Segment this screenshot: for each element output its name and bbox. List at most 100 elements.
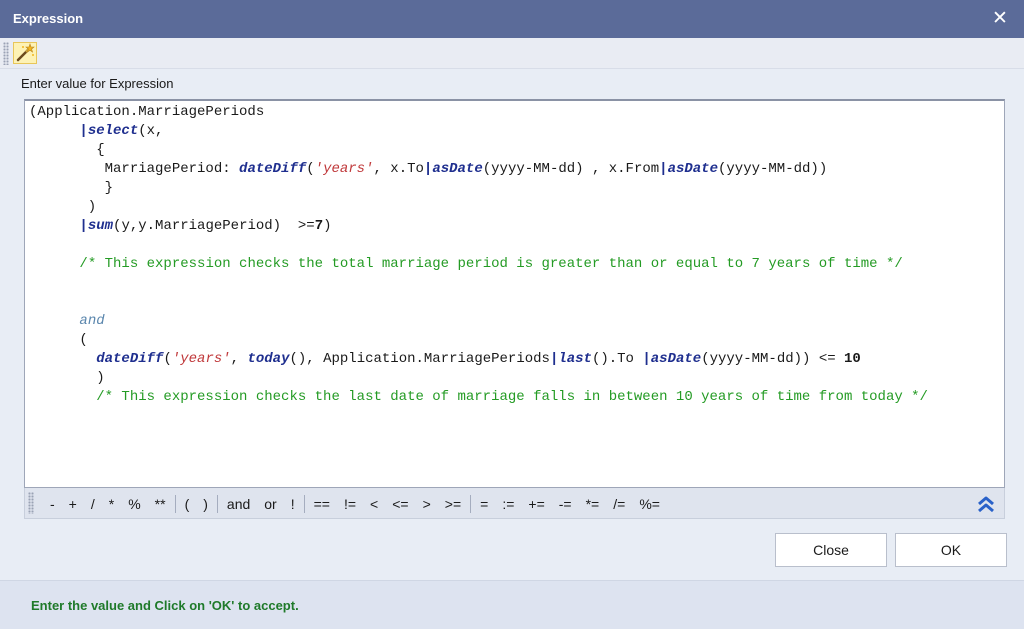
operator-button[interactable]: >: [416, 496, 438, 512]
operator-button[interactable]: +: [62, 496, 84, 512]
code-line[interactable]: MarriagePeriod: dateDiff('years', x.To|a…: [29, 160, 928, 179]
code-token: ): [29, 199, 97, 215]
operator-bar-grip[interactable]: [28, 492, 34, 514]
code-token: |: [79, 123, 88, 139]
code-line[interactable]: [29, 274, 928, 293]
code-line[interactable]: {: [29, 141, 928, 160]
code-token: (yyyy-MM-dd)): [718, 161, 828, 177]
code-token: 'years': [171, 351, 231, 367]
code-token: {: [29, 142, 105, 158]
code-token: 'years': [314, 161, 374, 177]
code-token: |: [79, 218, 88, 234]
operator-bar: - + / *% ** () and or! == != < <= > >= =:= += -= *=/= %=: [24, 488, 1005, 519]
code-token: |: [659, 161, 668, 177]
code-token: ,: [230, 351, 248, 367]
code-token: today: [247, 351, 290, 367]
operator-button[interactable]: +=: [521, 496, 551, 512]
code-line[interactable]: ): [29, 198, 928, 217]
code-token: ): [29, 370, 105, 386]
code-line[interactable]: ): [29, 369, 928, 388]
code-token: 7: [314, 218, 324, 234]
code-token: (yyyy-MM-dd) , x.From: [482, 161, 660, 177]
status-bar: Enter the value and Click on 'OK' to acc…: [0, 580, 1024, 629]
operator-separator: [470, 494, 472, 513]
code-token: asDate: [432, 161, 483, 177]
operator-button[interactable]: (: [178, 496, 197, 512]
code-token: /* This expression checks the total marr…: [79, 256, 903, 272]
title-bar: Expression ✕: [0, 0, 1024, 38]
operator-button[interactable]: !: [284, 496, 302, 512]
magic-wand-icon[interactable]: [13, 42, 37, 64]
code-token: (), Application.MarriagePeriods: [289, 351, 550, 367]
code-line[interactable]: and: [29, 312, 928, 331]
code-line[interactable]: (Application.MarriagePeriods: [29, 103, 928, 122]
operator-separator: [174, 494, 176, 513]
code-token: ().To: [591, 351, 643, 367]
toolbar: [0, 38, 1024, 69]
operator-button[interactable]: or: [257, 496, 283, 512]
code-line[interactable]: |select(x,: [29, 122, 928, 141]
double-chevron-up-icon[interactable]: [976, 494, 996, 514]
operator-list: - + / *% ** () and or! == != < <= > >= =:= += -= *=/= %=: [43, 488, 667, 519]
code-token: (Application.MarriagePeriods: [29, 104, 265, 120]
code-token: 10: [844, 351, 861, 367]
code-token: |: [642, 351, 651, 367]
code-token: ): [323, 218, 332, 234]
code-token: dateDiff: [239, 161, 307, 177]
code-token: asDate: [667, 161, 718, 177]
operator-button[interactable]: ): [196, 496, 215, 512]
operator-separator: [216, 494, 218, 513]
operator-button[interactable]: /=: [606, 496, 632, 512]
field-label: Enter value for Expression: [21, 76, 174, 91]
operator-button[interactable]: *: [102, 496, 121, 512]
operator-button[interactable]: <=: [385, 496, 415, 512]
code-line[interactable]: dateDiff('years', today(), Application.M…: [29, 350, 928, 369]
code-line[interactable]: [29, 236, 928, 255]
code-token: last: [558, 351, 592, 367]
operator-button[interactable]: /: [84, 496, 102, 512]
operator-button[interactable]: :=: [495, 496, 521, 512]
operator-button[interactable]: ==: [307, 496, 337, 512]
code-token: select: [87, 123, 139, 139]
code-line[interactable]: [29, 293, 928, 312]
window-title: Expression: [13, 11, 84, 26]
ok-button[interactable]: OK: [895, 533, 1007, 567]
code-line[interactable]: }: [29, 179, 928, 198]
operator-button[interactable]: %=: [632, 496, 667, 512]
code-token: dateDiff: [96, 351, 164, 367]
code-token: (x,: [138, 123, 164, 139]
close-button[interactable]: Close: [775, 533, 887, 567]
operator-button[interactable]: =: [473, 496, 495, 512]
code-token: (yyyy-MM-dd)) <=: [701, 351, 845, 367]
code-token: (: [29, 332, 88, 348]
close-icon[interactable]: ✕: [988, 7, 1012, 31]
operator-button[interactable]: -=: [552, 496, 579, 512]
toolbar-grip[interactable]: [3, 42, 9, 65]
code-line[interactable]: (: [29, 331, 928, 350]
operator-button[interactable]: *=: [579, 496, 607, 512]
code-token: (: [163, 351, 172, 367]
operator-button[interactable]: <: [363, 496, 385, 512]
operator-button[interactable]: **: [148, 496, 173, 512]
status-message: Enter the value and Click on 'OK' to acc…: [31, 598, 299, 613]
code-line[interactable]: |sum(y,y.MarriagePeriod) >=7): [29, 217, 928, 236]
expression-editor[interactable]: (Application.MarriagePeriods |select(x, …: [24, 99, 1005, 488]
operator-button[interactable]: and: [220, 496, 257, 512]
operator-button[interactable]: -: [43, 496, 62, 512]
code-token: /* This expression checks the last date …: [96, 389, 928, 405]
code-token: (y,y.MarriagePeriod) >=: [113, 218, 315, 234]
operator-button[interactable]: >=: [438, 496, 468, 512]
operator-button[interactable]: !=: [337, 496, 363, 512]
expression-code[interactable]: (Application.MarriagePeriods |select(x, …: [29, 103, 928, 407]
code-token: , x.To: [373, 161, 424, 177]
code-line[interactable]: /* This expression checks the last date …: [29, 388, 928, 407]
operator-button[interactable]: %: [121, 496, 147, 512]
operator-separator: [303, 494, 305, 513]
code-line[interactable]: /* This expression checks the total marr…: [29, 255, 928, 274]
